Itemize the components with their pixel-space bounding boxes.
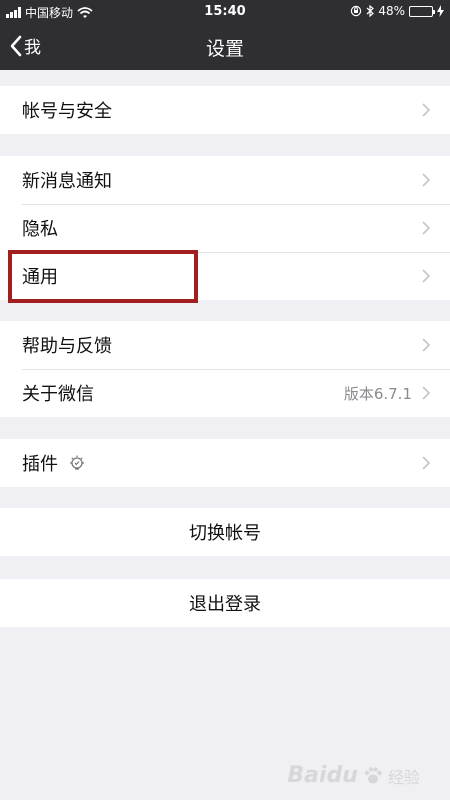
settings-group-plugins: 插件 (0, 439, 450, 487)
watermark-brand: Baidu (287, 763, 358, 788)
watermark-sub: 经验 (387, 767, 420, 787)
settings-item-plugins[interactable]: 插件 (0, 439, 450, 487)
settings-item-label: 插件 (22, 454, 58, 475)
settings-item-label: 新消息通知 (22, 171, 112, 192)
settings-item-help-feedback[interactable]: 帮助与反馈 (0, 321, 450, 369)
chevron-right-icon (422, 386, 430, 400)
battery-icon (409, 5, 435, 17)
settings-item-label: 隐私 (22, 219, 58, 240)
settings-item-privacy[interactable]: 隐私 (0, 204, 450, 252)
baidu-watermark: Baidu 经验 (287, 763, 420, 788)
chevron-right-icon (422, 103, 430, 117)
settings-item-notifications[interactable]: 新消息通知 (0, 156, 450, 204)
status-right: 48% (350, 4, 444, 18)
logout-group: 退出登录 (0, 579, 450, 627)
chevron-right-icon (422, 338, 430, 352)
switch-account-group: 切换帐号 (0, 508, 450, 556)
chevron-right-icon (422, 269, 430, 283)
page-title: 设置 (205, 38, 244, 60)
lightbulb-icon (68, 454, 86, 472)
bluetooth-icon (366, 5, 375, 17)
settings-group-account: 帐号与安全 (0, 86, 450, 134)
charging-icon (437, 5, 444, 17)
settings-item-label: 通用 (22, 267, 58, 288)
battery-percent: 48% (378, 4, 405, 18)
nav-bar: 我 设置 (0, 24, 450, 70)
logout-button[interactable]: 退出登录 (0, 579, 450, 627)
chevron-right-icon (422, 456, 430, 470)
settings-item-account-security[interactable]: 帐号与安全 (0, 86, 450, 134)
chevron-right-icon (422, 173, 430, 187)
settings-item-label: 帐号与安全 (22, 101, 112, 122)
settings-item-label: 帮助与反馈 (22, 336, 112, 357)
settings-group-help: 帮助与反馈 关于微信 版本6.7.1 (0, 321, 450, 417)
switch-account-button[interactable]: 切换帐号 (0, 508, 450, 556)
paw-icon (364, 766, 382, 783)
status-bar: 中国移动 15:40 48% (0, 0, 450, 24)
logout-label: 退出登录 (189, 594, 261, 615)
version-value: 版本6.7.1 (343, 385, 412, 403)
rotation-lock-icon (351, 5, 362, 17)
settings-item-about[interactable]: 关于微信 版本6.7.1 (0, 369, 450, 417)
settings-group-general: 新消息通知 隐私 通用 (0, 156, 450, 300)
settings-item-label: 关于微信 (22, 384, 94, 405)
settings-item-general[interactable]: 通用 (0, 252, 450, 300)
switch-account-label: 切换帐号 (189, 523, 261, 544)
chevron-right-icon (422, 221, 430, 235)
